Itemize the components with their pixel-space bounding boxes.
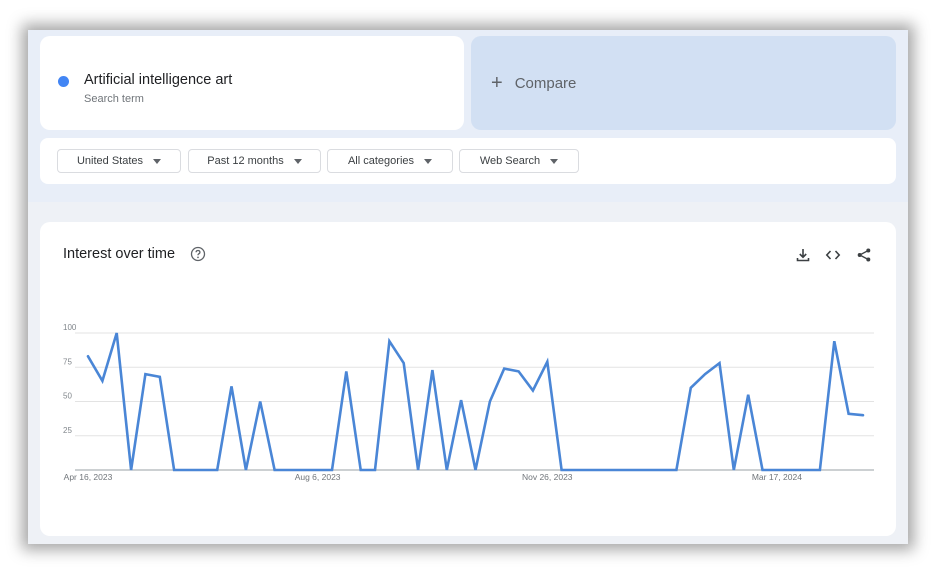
search-type-filter-label: Web Search (479, 155, 541, 167)
compare-button[interactable]: + Compare (471, 36, 896, 130)
caret-down-icon (153, 158, 162, 164)
region-filter-dropdown[interactable]: United States (57, 149, 181, 173)
search-header: Artificial intelligence art Search term … (28, 30, 908, 202)
trends-window: Artificial intelligence art Search term … (28, 30, 908, 544)
y-tick-label: 75 (63, 357, 72, 366)
compare-label: Compare (514, 74, 577, 92)
interest-line-chart: 25 50 75 100 Apr 16, 2023 Aug 6, 2023 Nov 26, … (63, 323, 874, 482)
plus-icon: + (491, 72, 503, 94)
y-tick-label: 25 (63, 426, 72, 435)
x-tick-label: Mar 17, 2024 (752, 472, 802, 482)
region-filter-label: United States (76, 155, 144, 167)
search-term-subtitle: Search term (84, 93, 144, 105)
search-type-filter-dropdown[interactable]: Web Search (459, 149, 579, 173)
x-tick-label: Aug 6, 2023 (295, 472, 341, 482)
caret-down-icon (424, 158, 433, 164)
category-filter-dropdown[interactable]: All categories (327, 149, 453, 173)
caret-down-icon (550, 158, 559, 164)
search-term-card[interactable]: Artificial intelligence art Search term (40, 36, 464, 130)
y-tick-label: 100 (63, 323, 77, 332)
series-color-dot (58, 76, 69, 87)
caret-down-icon (293, 158, 302, 164)
category-filter-label: All categories (347, 155, 415, 167)
filters-bar: United States Past 12 months All categor… (40, 138, 896, 184)
search-term-title[interactable]: Artificial intelligence art (84, 72, 232, 88)
x-tick-label: Apr 16, 2023 (64, 472, 113, 482)
y-tick-label: 50 (63, 392, 72, 401)
time-filter-dropdown[interactable]: Past 12 months (188, 149, 321, 173)
x-tick-label: Nov 26, 2023 (522, 472, 573, 482)
time-filter-label: Past 12 months (207, 155, 284, 167)
interest-over-time-card: Interest over time 25 50 75 100 Apr 16, … (40, 222, 896, 536)
